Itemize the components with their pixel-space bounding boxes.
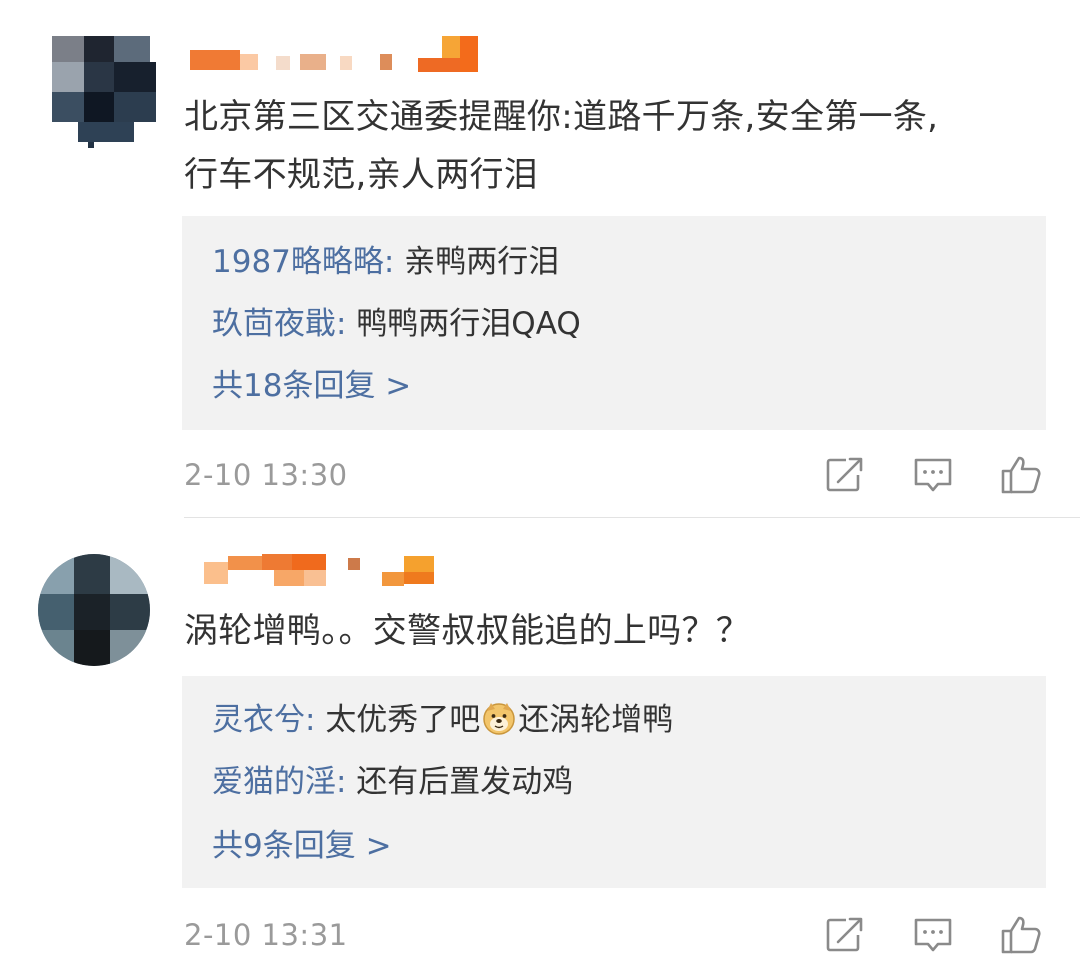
comment-meta: 2-10 13:31	[184, 914, 1044, 958]
reply-item[interactable]: 1987略略略: 亲鸭两行泪	[212, 242, 559, 282]
reply-item[interactable]: 玖茴夜戢: 鸭鸭两行泪QAQ	[212, 304, 581, 344]
reply-separator: :	[383, 244, 405, 280]
like-icon[interactable]	[1000, 914, 1042, 956]
comment-text: 涡轮增鸭。。交警叔叔能追的上吗？？	[184, 602, 1064, 660]
repost-icon[interactable]	[824, 914, 866, 956]
timestamp: 2-10 13:31	[184, 918, 348, 952]
reply-body: 亲鸭两行泪	[404, 244, 560, 280]
reply-author[interactable]: 1987略略略	[212, 244, 384, 280]
comment-icon[interactable]	[912, 914, 954, 956]
username-mosaic[interactable]	[190, 550, 490, 590]
reply-box[interactable]: 灵衣兮: 太优秀了吧 还涡轮增鸭 爱猫的淫: 还有后置发动鸡 共9条回复 >	[182, 676, 1046, 888]
username-mosaic[interactable]	[190, 36, 490, 76]
comment-icon[interactable]	[912, 454, 954, 496]
like-icon[interactable]	[1000, 454, 1042, 496]
avatar[interactable]	[48, 36, 160, 148]
reply-body: 还有后置发动鸡	[356, 764, 574, 800]
avatar[interactable]	[38, 554, 150, 666]
comment-meta: 2-10 13:30	[184, 454, 1044, 498]
comment-item: 北京第三区交通委提醒你:道路千万条,安全第一条, 行车不规范,亲人两行泪 198…	[0, 0, 1080, 520]
comment-text-line: 涡轮增鸭。。交警叔叔能追的上吗？？	[184, 611, 751, 651]
comment-text: 北京第三区交通委提醒你:道路千万条,安全第一条, 行车不规范,亲人两行泪	[184, 88, 1064, 204]
doge-emoji-icon	[483, 703, 516, 735]
reply-count-link[interactable]: 共9条回复 >	[212, 826, 392, 866]
reply-item[interactable]: 灵衣兮: 太优秀了吧 还涡轮增鸭	[212, 700, 673, 740]
repost-icon[interactable]	[824, 454, 866, 496]
reply-author[interactable]: 爱猫的淫	[212, 764, 336, 800]
reply-separator: :	[336, 306, 357, 342]
reply-body: 鸭鸭两行泪QAQ	[356, 306, 581, 342]
comment-text-line: 行车不规范,亲人两行泪	[184, 155, 539, 195]
reply-body: 还涡轮增鸭	[518, 702, 674, 738]
reply-item[interactable]: 爱猫的淫: 还有后置发动鸡	[212, 762, 573, 802]
reply-separator: :	[336, 764, 357, 800]
reply-count-link[interactable]: 共18条回复 >	[212, 366, 411, 406]
comment-text-line: 北京第三区交通委提醒你:道路千万条,安全第一条,	[184, 97, 939, 137]
reply-author[interactable]: 灵衣兮	[212, 702, 305, 738]
reply-author[interactable]: 玖茴夜戢	[212, 306, 336, 342]
comment-divider	[184, 517, 1080, 518]
reply-separator: :	[305, 702, 326, 738]
comment-item: 涡轮增鸭。。交警叔叔能追的上吗？？ 灵衣兮: 太优秀了吧 还涡轮增鸭 爱猫的淫:…	[0, 520, 1080, 973]
reply-body: 太优秀了吧	[325, 702, 481, 738]
timestamp: 2-10 13:30	[184, 458, 348, 492]
reply-box[interactable]: 1987略略略: 亲鸭两行泪 玖茴夜戢: 鸭鸭两行泪QAQ 共18条回复 >	[182, 216, 1046, 430]
